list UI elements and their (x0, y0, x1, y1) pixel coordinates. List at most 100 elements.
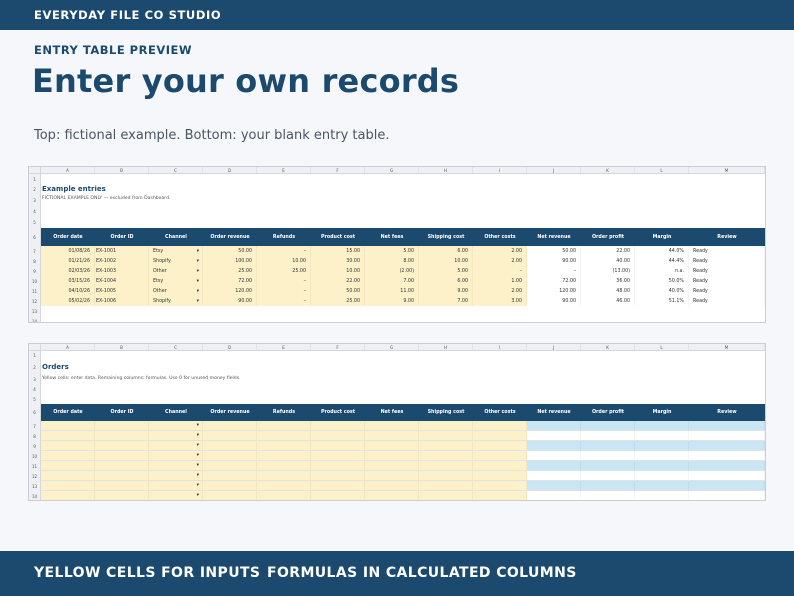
formula-cell[interactable] (527, 441, 581, 451)
formula-cell[interactable] (689, 421, 765, 431)
table-cell[interactable]: 51.1% (635, 296, 689, 306)
input-cell[interactable] (257, 491, 311, 500)
input-cell[interactable] (365, 491, 419, 500)
table-cell[interactable]: (13.00) (581, 266, 635, 276)
table-cell[interactable]: 44.0% (635, 246, 689, 256)
input-cell[interactable] (365, 451, 419, 461)
table-cell[interactable]: Ready (689, 266, 765, 276)
input-cell[interactable]: ▾ (149, 421, 203, 431)
table-cell[interactable]: 9.00 (365, 296, 419, 306)
table-cell[interactable]: EX-1003 (95, 266, 149, 276)
table-cell[interactable]: 3.00 (473, 296, 527, 306)
formula-cell[interactable] (689, 481, 765, 491)
table-cell[interactable]: 11.00 (365, 286, 419, 296)
table-cell[interactable]: 15.00 (311, 246, 365, 256)
column-header[interactable]: Channel (149, 404, 203, 421)
table-cell[interactable]: 44.4% (635, 256, 689, 266)
input-cell[interactable] (473, 491, 527, 500)
input-cell[interactable] (257, 461, 311, 471)
column-header[interactable]: Margin (635, 228, 689, 246)
input-cell[interactable] (257, 471, 311, 481)
input-cell[interactable] (203, 441, 257, 451)
table-cell[interactable]: 40.00 (581, 256, 635, 266)
input-cell[interactable] (95, 481, 149, 491)
input-cell[interactable] (473, 451, 527, 461)
input-cell[interactable] (95, 461, 149, 471)
input-cell[interactable]: ▾ (149, 461, 203, 471)
formula-cell[interactable] (635, 451, 689, 461)
formula-cell[interactable] (689, 451, 765, 461)
input-cell[interactable] (95, 441, 149, 451)
input-cell[interactable] (203, 481, 257, 491)
input-cell[interactable] (365, 461, 419, 471)
input-cell[interactable] (365, 441, 419, 451)
dropdown-arrow-icon[interactable]: ▾ (197, 433, 202, 438)
input-cell[interactable] (311, 451, 365, 461)
input-cell[interactable] (365, 421, 419, 431)
column-header[interactable]: Net fees (365, 228, 419, 246)
column-header[interactable]: Product cost (311, 404, 365, 421)
table-cell[interactable]: EX-1002 (95, 256, 149, 266)
dropdown-arrow-icon[interactable]: ▾ (197, 443, 202, 448)
formula-cell[interactable] (635, 491, 689, 500)
table-cell[interactable]: 72.00 (527, 276, 581, 286)
table-cell[interactable]: 05/02/26 (41, 296, 95, 306)
table-cell[interactable]: 7.00 (365, 276, 419, 286)
column-header[interactable]: Net revenue (527, 228, 581, 246)
input-cell[interactable] (419, 471, 473, 481)
input-cell[interactable] (257, 481, 311, 491)
input-cell[interactable] (419, 421, 473, 431)
table-cell[interactable]: 25.00 (311, 296, 365, 306)
table-cell[interactable]: 50.00 (311, 286, 365, 296)
table-cell[interactable]: 100.00 (203, 256, 257, 266)
input-cell[interactable] (41, 461, 95, 471)
column-header[interactable]: Order revenue (203, 228, 257, 246)
column-header[interactable]: Refunds (257, 228, 311, 246)
table-cell[interactable]: 5.00 (419, 266, 473, 276)
dropdown-arrow-icon[interactable]: ▾ (197, 473, 202, 478)
table-cell[interactable]: EX-1006 (95, 296, 149, 306)
dropdown-arrow-icon[interactable]: ▾ (197, 423, 202, 428)
table-cell[interactable]: (2.00) (365, 266, 419, 276)
table-cell[interactable]: 22.00 (581, 246, 635, 256)
table-cell[interactable]: 8.00 (365, 256, 419, 266)
table-cell[interactable]: 25.00 (257, 266, 311, 276)
table-cell[interactable]: Ready (689, 246, 765, 256)
column-header[interactable]: Shipping cost (419, 228, 473, 246)
input-cell[interactable] (41, 471, 95, 481)
dropdown-arrow-icon[interactable]: ▾ (197, 259, 202, 264)
table-cell[interactable]: – (257, 286, 311, 296)
input-cell[interactable] (257, 441, 311, 451)
input-cell[interactable] (419, 451, 473, 461)
table-cell[interactable]: EX-1005 (95, 286, 149, 296)
table-cell[interactable]: 72.00 (203, 276, 257, 286)
dropdown-arrow-icon[interactable]: ▾ (197, 493, 202, 498)
table-cell[interactable]: 25.00 (203, 266, 257, 276)
column-header[interactable]: Order revenue (203, 404, 257, 421)
column-header[interactable]: Review (689, 404, 765, 421)
input-cell[interactable] (203, 451, 257, 461)
formula-cell[interactable] (581, 491, 635, 500)
input-cell[interactable] (95, 491, 149, 500)
table-cell[interactable]: – (527, 266, 581, 276)
table-cell[interactable]: Ready (689, 296, 765, 306)
table-cell[interactable]: 03/15/26 (41, 276, 95, 286)
column-header[interactable]: Refunds (257, 404, 311, 421)
table-cell[interactable]: Other ▾ (149, 286, 203, 296)
table-cell[interactable]: EX-1001 (95, 246, 149, 256)
input-cell[interactable] (473, 441, 527, 451)
input-cell[interactable] (41, 481, 95, 491)
table-cell[interactable]: 30.00 (311, 256, 365, 266)
formula-cell[interactable] (527, 421, 581, 431)
column-header[interactable]: Channel (149, 228, 203, 246)
input-cell[interactable] (95, 421, 149, 431)
table-cell[interactable]: 50.00 (527, 246, 581, 256)
table-cell[interactable]: Shopify ▾ (149, 296, 203, 306)
formula-cell[interactable] (689, 441, 765, 451)
table-cell[interactable]: 120.00 (203, 286, 257, 296)
input-cell[interactable] (203, 431, 257, 441)
formula-cell[interactable] (581, 431, 635, 441)
table-cell[interactable]: EX-1004 (95, 276, 149, 286)
input-cell[interactable] (203, 461, 257, 471)
table-cell[interactable]: 01/21/26 (41, 256, 95, 266)
